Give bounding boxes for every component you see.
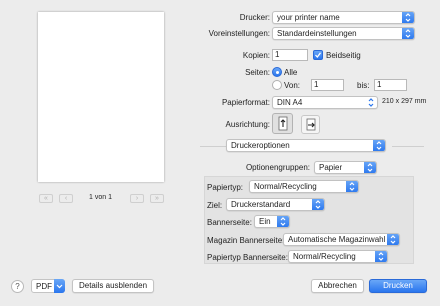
section-value: Druckeroptionen (231, 141, 290, 150)
option-select-target[interactable]: Druckerstandard (226, 198, 325, 211)
paper-value: DIN A4 (277, 98, 303, 107)
pages-all-radio[interactable] (272, 67, 282, 77)
paper-label: Papierformat: (221, 98, 270, 107)
pages-range-radio[interactable] (272, 80, 282, 90)
copies-label: Kopien: (242, 51, 270, 60)
option-select-banner[interactable]: Ein (254, 215, 290, 228)
option-select-banner-tray[interactable]: Automatische Magazinwahl (283, 233, 400, 246)
pdf-label: PDF (36, 282, 52, 291)
option-label-target: Ziel: (207, 201, 223, 210)
help-button[interactable]: ? (11, 280, 24, 293)
section-separator-right (392, 146, 424, 147)
chevron-updown-icon (402, 28, 414, 39)
pages-from-field[interactable]: 1 (311, 79, 344, 91)
option-label-banner-tray: Magazin Bannerseite: (207, 236, 285, 245)
page-preview (38, 12, 164, 182)
option-label-banner-papertype: Papiertyp Bannerseite: (207, 253, 288, 262)
duplex-checkbox[interactable] (313, 50, 323, 60)
printer-value: your printer name (277, 13, 340, 22)
portrait-button[interactable] (272, 113, 293, 134)
option-value-banner: Ein (259, 217, 271, 226)
presets-value: Standardeinstellungen (277, 29, 357, 38)
paper-select[interactable]: DIN A4 (272, 96, 378, 109)
option-value-banner-tray: Automatische Magazinwahl (288, 235, 386, 244)
chevron-updown-icon (277, 216, 289, 227)
pages-from-label: Von: (284, 81, 301, 90)
option-groups-label: Optionengruppen: (245, 163, 310, 172)
printer-label: Drucker: (239, 13, 270, 22)
presets-select[interactable]: Standardeinstellungen (272, 27, 415, 40)
pages-all-label: Alle (284, 68, 298, 77)
chevron-updown-icon (312, 199, 324, 210)
printer-select[interactable]: your printer name (272, 11, 415, 24)
option-label-papertype: Papiertyp: (207, 183, 244, 192)
print-button[interactable]: Drucken (369, 279, 427, 293)
chevron-updown-icon (387, 234, 399, 245)
option-groups-value: Papier (319, 163, 343, 172)
chevron-updown-icon (373, 140, 385, 151)
option-select-papertype[interactable]: Normal/Recycling (249, 180, 359, 193)
option-value-target: Druckerstandard (231, 200, 291, 209)
pages-label: Seiten: (245, 68, 270, 77)
preview-nav: « ‹ 1 von 1 › » (37, 194, 167, 204)
duplex-label: Beidseitig (326, 51, 361, 60)
option-groups-select[interactable]: Papier (314, 161, 377, 174)
hide-details-button[interactable]: Details ausblenden (72, 279, 154, 293)
presets-label: Voreinstellungen: (208, 29, 270, 38)
chevron-down-icon (54, 279, 65, 293)
copies-field[interactable]: 1 (272, 49, 308, 61)
cancel-button[interactable]: Abbrechen (311, 279, 364, 293)
option-select-banner-papertype[interactable]: Normal/Recycling (288, 250, 388, 263)
chevron-updown-icon (402, 12, 414, 23)
landscape-button[interactable] (301, 115, 320, 134)
paper-size-note: 210 x 297 mm (382, 98, 427, 105)
pdf-menu-button[interactable]: PDF (31, 279, 65, 293)
option-value-papertype: Normal/Recycling (254, 182, 317, 191)
chevron-updown-icon (367, 97, 375, 108)
orientation-label: Ausrichtung: (225, 120, 270, 129)
prev-page-button[interactable]: ‹ (59, 194, 73, 203)
portrait-orientation-icon (278, 116, 288, 131)
option-value-banner-papertype: Normal/Recycling (293, 252, 356, 261)
page-indicator: 1 von 1 (89, 194, 112, 201)
chevron-updown-icon (346, 181, 358, 192)
chevron-updown-icon (364, 162, 376, 173)
option-label-banner: Bannerseite: (207, 218, 252, 227)
first-page-button[interactable]: « (39, 194, 53, 203)
landscape-orientation-icon (306, 118, 316, 131)
last-page-button[interactable]: » (150, 194, 164, 203)
chevron-updown-icon (375, 251, 387, 262)
pages-to-field[interactable]: 1 (374, 79, 407, 91)
pages-to-label: bis: (357, 81, 370, 90)
section-select[interactable]: Druckeroptionen (226, 139, 386, 152)
next-page-button[interactable]: › (130, 194, 144, 203)
